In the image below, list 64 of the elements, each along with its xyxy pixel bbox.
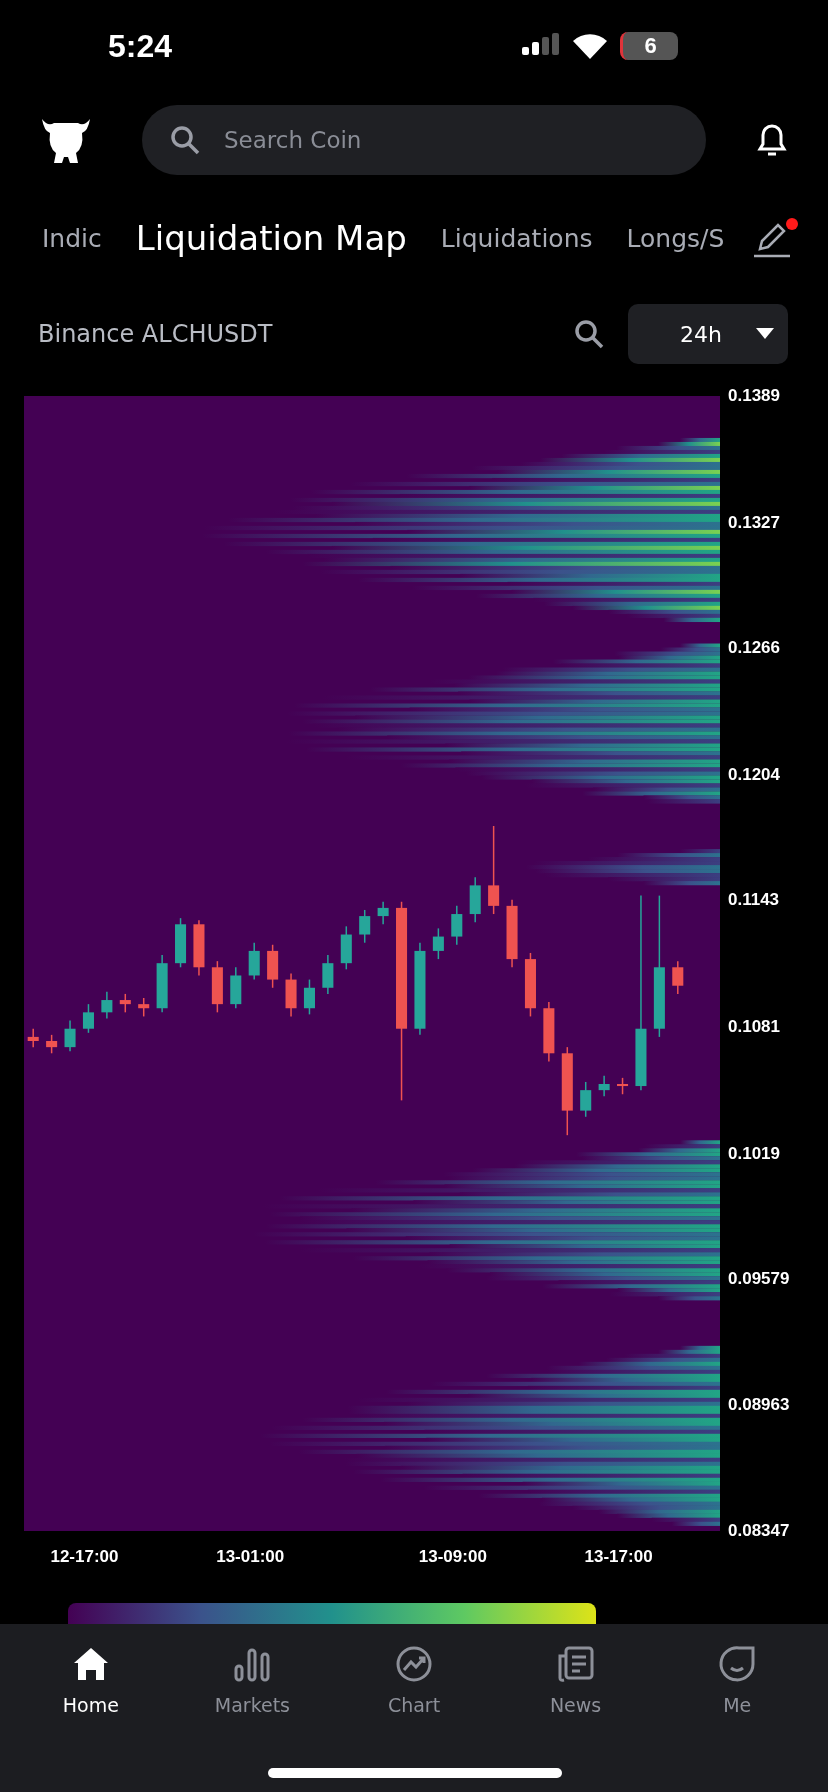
candle bbox=[64, 1019, 76, 1052]
axis-label: 0.1081 bbox=[728, 1016, 780, 1037]
period-dropdown[interactable]: 24h bbox=[628, 304, 788, 364]
nav-tab[interactable]: News bbox=[494, 1624, 657, 1736]
status-time: 5:24 bbox=[108, 27, 173, 65]
battery-level: 6 bbox=[620, 32, 678, 60]
axis-label: 0.09579 bbox=[728, 1268, 790, 1289]
axis-label: 13-09:00 bbox=[418, 1547, 487, 1567]
candle bbox=[524, 952, 536, 1018]
candle bbox=[303, 978, 315, 1016]
search-icon bbox=[170, 125, 200, 155]
candle bbox=[543, 1001, 555, 1063]
search-field[interactable]: Search Coin bbox=[142, 105, 706, 175]
candle bbox=[359, 909, 371, 944]
nav-tab[interactable]: Chart bbox=[333, 1624, 495, 1736]
search-icon[interactable] bbox=[574, 319, 604, 349]
candle bbox=[580, 1081, 592, 1118]
axis-label: 0.1143 bbox=[728, 889, 780, 910]
candle bbox=[211, 960, 223, 1014]
candle bbox=[119, 993, 131, 1014]
axis-label: 12-17:00 bbox=[50, 1547, 119, 1567]
candle bbox=[267, 944, 279, 989]
axis-label: 0.1204 bbox=[728, 764, 780, 785]
axis-label: 0.1389 bbox=[728, 386, 780, 406]
candle bbox=[377, 901, 389, 926]
candle bbox=[432, 927, 444, 960]
axis-label: 0.08347 bbox=[728, 1521, 790, 1541]
wifi-icon bbox=[572, 33, 608, 59]
candle bbox=[285, 972, 297, 1018]
candle bbox=[175, 917, 187, 969]
tab[interactable]: Longs/S bbox=[626, 223, 725, 253]
axis-label: 0.08963 bbox=[728, 1394, 790, 1415]
candle bbox=[322, 954, 334, 995]
candle bbox=[82, 1003, 94, 1034]
tab[interactable]: Indic bbox=[42, 223, 102, 253]
bell-icon[interactable] bbox=[756, 122, 788, 158]
nav-tab[interactable]: Markets bbox=[171, 1624, 334, 1736]
tab[interactable]: Liquidation Map bbox=[135, 218, 407, 258]
candle bbox=[138, 997, 150, 1018]
candle bbox=[672, 960, 684, 995]
nav-tab[interactable]: Home bbox=[10, 1624, 172, 1736]
candle bbox=[451, 905, 463, 946]
candle bbox=[101, 991, 113, 1020]
candle bbox=[193, 919, 205, 977]
candle bbox=[27, 1027, 39, 1048]
candle bbox=[248, 941, 260, 981]
caret-icon bbox=[756, 328, 774, 340]
pair-title: Binance ALCHUSDT bbox=[38, 320, 274, 348]
axis-label: 0.1327 bbox=[728, 512, 780, 533]
trend-icon bbox=[394, 1644, 434, 1684]
candle bbox=[230, 966, 242, 1009]
candle bbox=[598, 1075, 610, 1098]
candle bbox=[506, 898, 518, 969]
candle bbox=[156, 954, 168, 1014]
candle bbox=[340, 925, 352, 971]
tab[interactable]: Liquidations bbox=[440, 223, 593, 253]
nav-tab[interactable]: Me bbox=[656, 1624, 818, 1736]
axis-label: 13-01:00 bbox=[216, 1547, 285, 1567]
axis-label: 13-17:00 bbox=[584, 1547, 653, 1567]
candle bbox=[617, 1077, 629, 1095]
axis-label: 0.1266 bbox=[728, 637, 780, 658]
candle bbox=[469, 876, 481, 923]
candle bbox=[46, 1034, 58, 1055]
axis-label: 0.1019 bbox=[728, 1143, 780, 1164]
